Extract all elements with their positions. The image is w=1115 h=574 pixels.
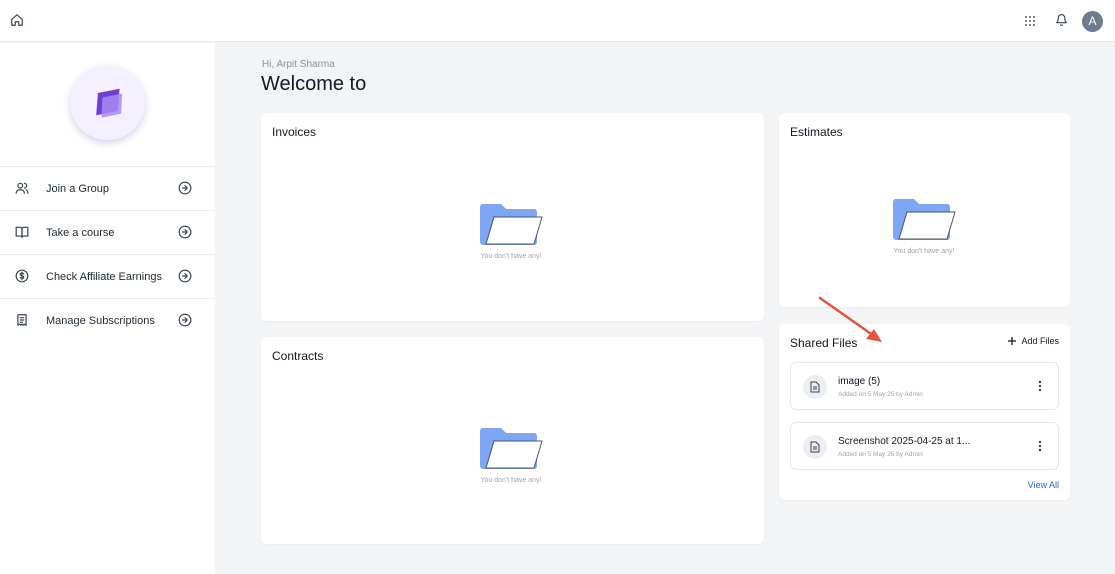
greeting-text: Hi, Arpit Sharma <box>262 59 335 70</box>
annotation-arrow-icon <box>818 296 882 342</box>
file-name[interactable]: Screenshot 2025-04-25 at 1... <box>838 436 970 447</box>
sidebar: Join a Group Take a course Check Affilia <box>0 43 215 574</box>
arrow-right-circle-icon <box>177 224 193 240</box>
contracts-card: Contracts You don't have any! <box>261 337 764 544</box>
sidebar-item-label: Join a Group <box>46 182 109 195</box>
sidebar-menu: Join a Group Take a course Check Affilia <box>0 166 215 342</box>
add-files-button[interactable]: Add Files <box>1007 336 1059 346</box>
app-root: A Join a Group Take a course Check Affil… <box>0 0 1115 574</box>
page-title: Welcome to <box>261 73 367 95</box>
file-meta: Added on 5 May 25 by Admin <box>838 391 923 398</box>
more-vertical-icon[interactable] <box>1033 378 1047 394</box>
plus-icon <box>1008 337 1017 345</box>
empty-state: You don't have any! <box>478 425 544 484</box>
file-name[interactable]: image (5) <box>838 376 880 387</box>
invoices-card: Invoices You don't have any! <box>261 113 764 321</box>
add-files-label: Add Files <box>1021 336 1059 346</box>
file-row[interactable]: image (5) Added on 5 May 25 by Admin <box>790 362 1059 410</box>
home-icon[interactable] <box>8 11 26 29</box>
book-icon <box>14 224 30 240</box>
view-all-link[interactable]: View All <box>1028 480 1059 490</box>
file-row[interactable]: Screenshot 2025-04-25 at 1... Added on 5… <box>790 422 1059 470</box>
estimates-card: Estimates You don't have any! <box>779 113 1070 307</box>
dollar-icon <box>14 268 30 284</box>
receipt-icon <box>14 312 30 328</box>
file-icon <box>803 435 827 459</box>
card-title: Invoices <box>272 125 317 139</box>
folder-icon <box>480 204 543 245</box>
file-meta: Added on 5 May 25 by Admin <box>838 451 923 458</box>
users-icon <box>14 180 30 196</box>
sidebar-item-manage-subscriptions[interactable]: Manage Subscriptions <box>0 298 215 342</box>
bell-icon[interactable] <box>1052 11 1070 29</box>
top-bar: A <box>0 0 1115 42</box>
sidebar-item-join-group[interactable]: Join a Group <box>0 166 215 210</box>
card-title: Estimates <box>790 125 843 139</box>
empty-state: You don't have any! <box>478 201 544 260</box>
empty-state: You don't have any! <box>891 196 957 255</box>
avatar[interactable]: A <box>1082 11 1103 32</box>
grid-icon[interactable] <box>1021 12 1039 30</box>
folder-icon <box>480 428 543 469</box>
sidebar-item-affiliate-earnings[interactable]: Check Affiliate Earnings <box>0 254 215 298</box>
arrow-right-circle-icon <box>177 180 193 196</box>
empty-text: You don't have any! <box>480 253 542 260</box>
file-icon <box>803 375 827 399</box>
empty-text: You don't have any! <box>893 248 955 255</box>
arrow-right-circle-icon <box>177 312 193 328</box>
folder-icon <box>893 199 956 240</box>
more-vertical-icon[interactable] <box>1033 438 1047 454</box>
arrow-right-circle-icon <box>177 268 193 284</box>
sidebar-item-label: Manage Subscriptions <box>46 314 155 327</box>
card-title: Contracts <box>272 349 324 363</box>
sidebar-item-take-course[interactable]: Take a course <box>0 210 215 254</box>
app-logo <box>70 65 145 140</box>
sidebar-item-label: Take a course <box>46 226 115 239</box>
sidebar-item-label: Check Affiliate Earnings <box>46 270 162 283</box>
empty-text: You don't have any! <box>480 477 542 484</box>
